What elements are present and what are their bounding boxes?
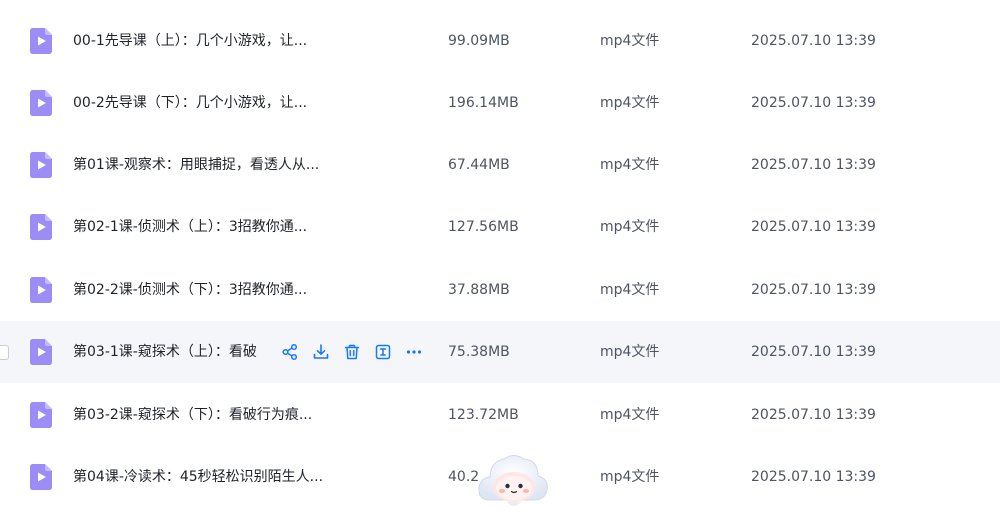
delete-icon[interactable]: [343, 343, 361, 361]
file-name[interactable]: 第02-1课-侦测术（上）：3招教你通...: [73, 216, 307, 238]
file-type: mp4文件: [600, 407, 660, 423]
share-icon[interactable]: [281, 343, 299, 361]
video-file-icon: [30, 152, 52, 178]
file-row-hovered[interactable]: 第03-1课-窥探术（上）：看破 75.38MB mp4文件 2025.07.1…: [0, 321, 1000, 383]
row-checkbox[interactable]: [0, 345, 9, 360]
file-size: 127.56MB: [448, 219, 519, 235]
file-size: 67.44MB: [448, 157, 510, 173]
file-row[interactable]: 第02-2课-侦测术（下）：3招教你通... 37.88MB mp4文件 202…: [0, 259, 1000, 321]
assistant-mascot-icon[interactable]: [474, 450, 552, 514]
file-type: mp4文件: [600, 344, 660, 360]
video-file-icon: [30, 339, 52, 365]
file-size: 75.38MB: [448, 344, 510, 360]
file-modified-time: 2025.07.10 13:39: [751, 407, 876, 423]
file-modified-time: 2025.07.10 13:39: [751, 282, 876, 298]
file-row[interactable]: 第03-2课-窥探术（下）：看破行为痕... 123.72MB mp4文件 20…: [0, 384, 1000, 446]
file-size: 99.09MB: [448, 33, 510, 49]
file-row[interactable]: 00-2先导课（下）：几个小游戏，让... 196.14MB mp4文件 202…: [0, 72, 1000, 134]
file-type: mp4文件: [600, 469, 660, 485]
download-icon[interactable]: [312, 343, 330, 361]
file-type: mp4文件: [600, 282, 660, 298]
video-file-icon: [30, 277, 52, 303]
file-type: mp4文件: [600, 33, 660, 49]
rename-icon[interactable]: [374, 343, 392, 361]
more-icon[interactable]: [405, 343, 423, 361]
file-type: mp4文件: [600, 95, 660, 111]
file-name[interactable]: 第03-1课-窥探术（上）：看破: [73, 341, 257, 363]
video-file-icon: [30, 214, 52, 240]
file-modified-time: 2025.07.10 13:39: [751, 33, 876, 49]
file-modified-time: 2025.07.10 13:39: [751, 95, 876, 111]
file-modified-time: 2025.07.10 13:39: [751, 219, 876, 235]
file-name[interactable]: 00-2先导课（下）：几个小游戏，让...: [73, 92, 307, 114]
file-size: 123.72MB: [448, 407, 519, 423]
file-size: 37.88MB: [448, 282, 510, 298]
file-row[interactable]: 00-1先导课（上）：几个小游戏，让... 99.09MB mp4文件 2025…: [0, 10, 1000, 72]
file-name[interactable]: 00-1先导课（上）：几个小游戏，让...: [73, 30, 307, 52]
video-file-icon: [30, 28, 52, 54]
file-name[interactable]: 第02-2课-侦测术（下）：3招教你通...: [73, 279, 307, 301]
file-row[interactable]: 第02-1课-侦测术（上）：3招教你通... 127.56MB mp4文件 20…: [0, 196, 1000, 258]
file-row[interactable]: 第01课-观察术：用眼捕捉，看透人从... 67.44MB mp4文件 2025…: [0, 134, 1000, 196]
file-name[interactable]: 第01课-观察术：用眼捕捉，看透人从...: [73, 154, 319, 176]
file-type: mp4文件: [600, 157, 660, 173]
file-modified-time: 2025.07.10 13:39: [751, 157, 876, 173]
file-type: mp4文件: [600, 219, 660, 235]
video-file-icon: [30, 402, 52, 428]
file-name[interactable]: 第03-2课-窥探术（下）：看破行为痕...: [73, 404, 312, 426]
video-file-icon: [30, 90, 52, 116]
row-actions: [281, 340, 423, 364]
file-modified-time: 2025.07.10 13:39: [751, 469, 876, 485]
file-size: 196.14MB: [448, 95, 519, 111]
video-file-icon: [30, 464, 52, 490]
file-modified-time: 2025.07.10 13:39: [751, 344, 876, 360]
file-name[interactable]: 第04课-冷读术：45秒轻松识别陌生人...: [73, 466, 323, 488]
